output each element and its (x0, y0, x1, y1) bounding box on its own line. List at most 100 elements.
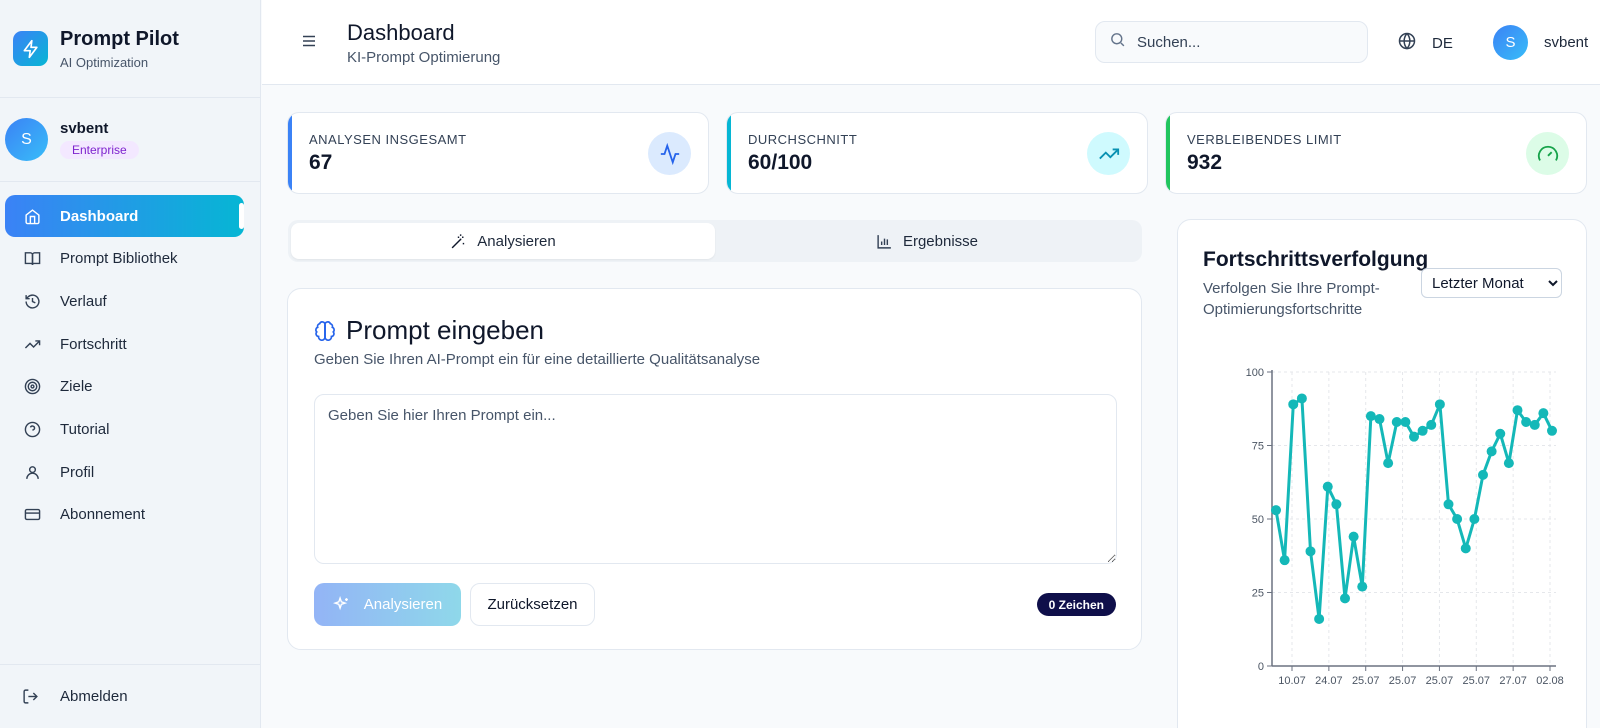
logout-button[interactable]: Abmelden (0, 664, 261, 728)
stat-value: 60/100 (748, 151, 813, 174)
y-tick-label: 50 (1252, 514, 1264, 526)
data-point (1478, 469, 1488, 480)
data-point (1495, 428, 1506, 439)
data-point (1469, 514, 1480, 524)
sidebar-item-dashboard[interactable]: Dashboard (5, 195, 244, 237)
data-point (1547, 425, 1557, 436)
user-icon (22, 462, 42, 482)
analyze-button[interactable]: Analysieren (314, 583, 461, 626)
user-name: svbent (60, 120, 109, 137)
stat-value: 932 (1187, 151, 1223, 174)
activity-icon (648, 132, 691, 175)
x-tick-label: 25.07 (1352, 675, 1380, 687)
y-tick-label: 0 (1258, 661, 1264, 673)
stat-label: Durchschnitt (748, 132, 858, 147)
language-switcher[interactable]: DE (1398, 32, 1453, 54)
tab-ergebnisse[interactable]: Ergebnisse (715, 223, 1139, 259)
home-icon (22, 206, 42, 226)
data-point (1383, 458, 1394, 469)
target-icon (22, 377, 42, 397)
tab-analysieren[interactable]: Analysieren (291, 223, 715, 259)
x-tick-label: 25.07 (1389, 675, 1417, 687)
data-point (1279, 555, 1290, 566)
prompt-card: Prompt eingeben Geben Sie Ihren AI-Promp… (287, 288, 1142, 650)
progress-card: Fortschrittsverfolgung Verfolgen Sie Ihr… (1177, 219, 1587, 728)
data-point (1521, 416, 1532, 427)
sidebar-item-label: Verlauf (60, 292, 107, 310)
logout-label: Abmelden (60, 688, 128, 705)
tab-bar: Analysieren Ergebnisse (288, 220, 1142, 262)
data-point (1305, 546, 1316, 557)
data-point (1322, 481, 1333, 492)
data-point (1374, 414, 1385, 425)
y-tick-label: 100 (1246, 367, 1264, 379)
data-point (1452, 514, 1463, 524)
plan-badge: Enterprise (60, 141, 139, 159)
header-user-name[interactable]: svbent (1544, 34, 1588, 51)
credit-card-icon (22, 505, 42, 525)
brand: Prompt Pilot AI Optimization (0, 0, 260, 98)
data-point (1340, 593, 1350, 604)
y-tick-label: 25 (1252, 588, 1264, 600)
stat-value: 67 (309, 151, 333, 174)
data-point (1348, 531, 1359, 542)
top-header: Dashboard KI-Prompt Optimierung DE S svb… (262, 0, 1600, 85)
stat-label: Verbleibendes Limit (1187, 132, 1342, 147)
data-point (1486, 446, 1497, 457)
data-point (1460, 543, 1471, 554)
prompt-card-subtitle: Geben Sie Ihren AI-Prompt ein für eine d… (314, 351, 761, 368)
sidebar: Prompt Pilot AI Optimization S svbent En… (0, 0, 261, 728)
sidebar-item-verlauf[interactable]: Verlauf (5, 280, 244, 322)
search-input[interactable] (1137, 33, 1357, 51)
wand-icon (450, 233, 467, 250)
sidebar-nav: Dashboard Prompt Bibliothek Verlauf Fort… (5, 195, 244, 537)
progress-card-subtitle: Verfolgen Sie Ihre Prompt-Optimierungsfo… (1203, 280, 1380, 318)
brain-icon (314, 320, 336, 342)
data-point (1391, 416, 1402, 427)
series-line (1274, 397, 1554, 621)
sidebar-item-tutorial[interactable]: Tutorial (5, 408, 244, 450)
x-tick-label: 25.07 (1463, 675, 1491, 687)
logout-icon (22, 687, 42, 707)
data-point (1503, 458, 1514, 469)
sidebar-item-abonnement[interactable]: Abonnement (5, 494, 244, 536)
trending-up-icon (22, 334, 42, 354)
x-tick-label: 10.07 (1278, 675, 1306, 687)
sidebar-item-label: Profil (60, 463, 95, 481)
sidebar-item-profil[interactable]: Profil (5, 451, 244, 493)
tab-label: Ergebnisse (902, 232, 979, 250)
y-tick-label: 75 (1252, 441, 1264, 453)
sidebar-item-fortschritt[interactable]: Fortschritt (5, 323, 244, 365)
search-icon (1109, 31, 1126, 53)
x-tick-label: 24.07 (1315, 675, 1343, 687)
data-point (1314, 613, 1325, 624)
reset-button[interactable]: Zurücksetzen (470, 583, 595, 626)
help-circle-icon (22, 419, 42, 439)
data-point (1443, 499, 1454, 510)
time-range-select[interactable]: Letzter Monat (1421, 268, 1562, 298)
globe-icon (1398, 32, 1416, 54)
history-icon (22, 291, 42, 311)
prompt-card-title: Prompt eingeben (314, 315, 544, 346)
header-avatar[interactable]: S (1493, 25, 1528, 60)
menu-icon[interactable] (300, 32, 318, 50)
page-subtitle: KI-Prompt Optimierung (347, 49, 501, 66)
data-point (1409, 431, 1419, 442)
trending-up-icon (1087, 132, 1130, 175)
data-point (1296, 393, 1307, 404)
sidebar-item-prompt-bibliothek[interactable]: Prompt Bibliothek (5, 238, 244, 280)
sidebar-item-label: Dashboard (60, 207, 139, 225)
sidebar-item-label: Fortschritt (60, 335, 127, 353)
tab-label: Analysieren (477, 232, 556, 250)
data-point (1417, 425, 1428, 436)
x-tick-label: 27.07 (1499, 675, 1527, 687)
data-point (1357, 581, 1368, 592)
prompt-textarea[interactable] (314, 394, 1117, 564)
book-icon (22, 249, 42, 269)
data-point (1434, 399, 1445, 410)
sidebar-item-ziele[interactable]: Ziele (5, 366, 244, 408)
gauge-icon (1526, 132, 1569, 175)
sidebar-item-label: Prompt Bibliothek (60, 250, 178, 268)
data-point (1365, 411, 1376, 422)
data-point (1529, 419, 1540, 430)
